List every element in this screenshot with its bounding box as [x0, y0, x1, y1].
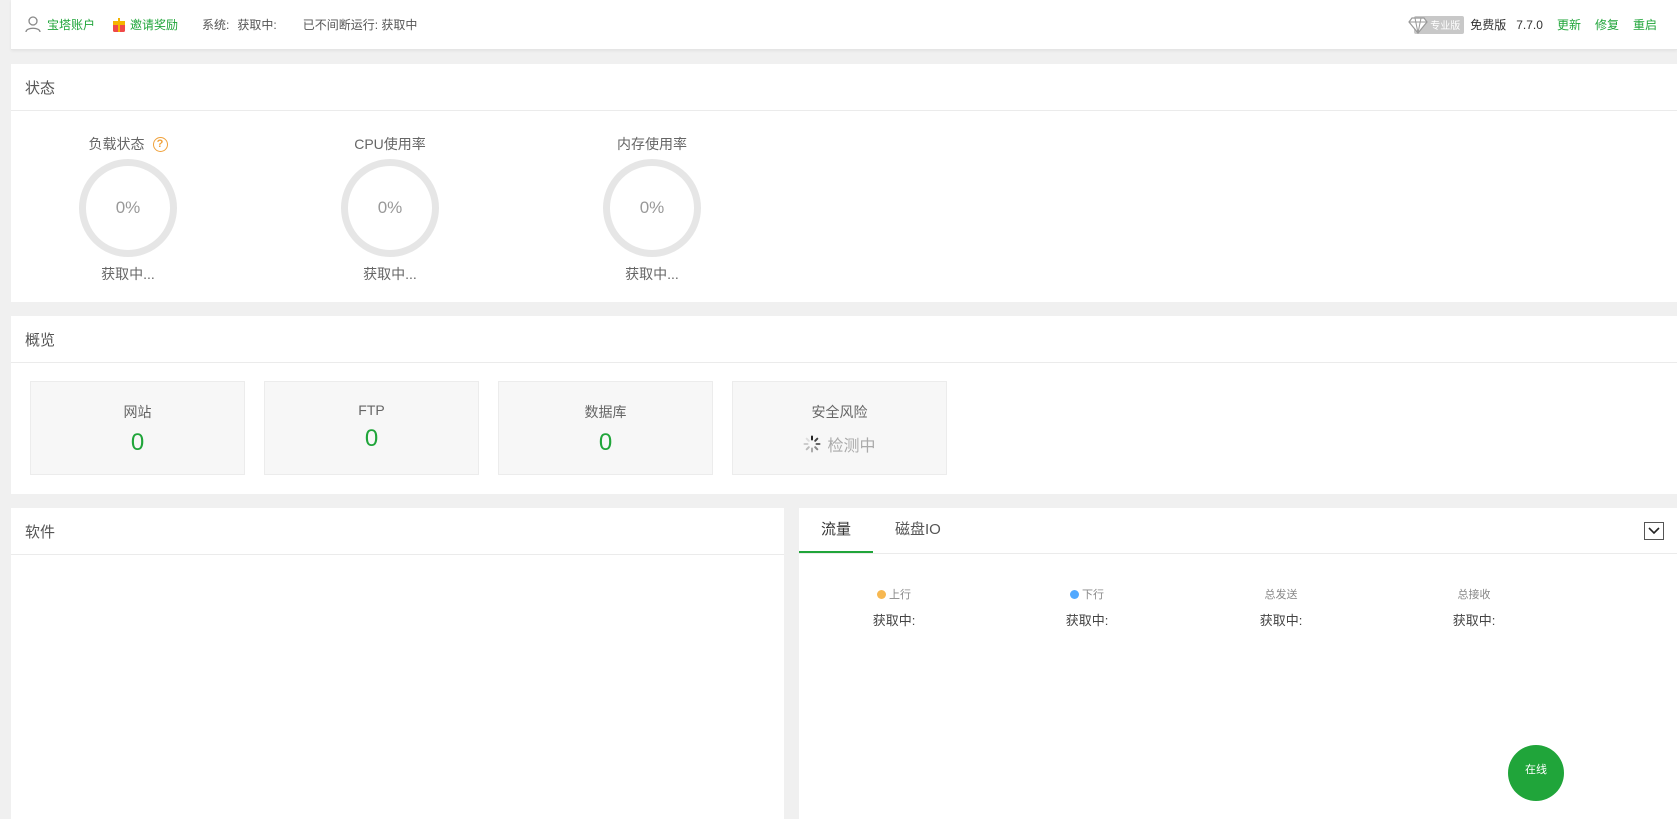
cpu-sub: 获取中... — [363, 266, 417, 282]
edition-label: 免费版 — [1470, 18, 1507, 32]
total-sent-stat: 总发送 获取中: — [1221, 586, 1341, 629]
load-ring: 0% — [79, 159, 177, 257]
ftp-count: 0 — [364, 425, 379, 452]
downstream-label-text: 下行 — [1082, 589, 1104, 601]
software-panel: 软件 — [11, 508, 784, 819]
load-gauge[interactable]: 负载状态 ? 0% 获取中... — [48, 134, 208, 284]
online-service-button[interactable]: 在线 — [1508, 745, 1564, 801]
security-risk-value: 检测中 — [827, 438, 876, 455]
upstream-label: 上行 — [834, 586, 954, 602]
load-value: 0% — [115, 198, 141, 217]
invite-link[interactable]: 邀请奖励 — [113, 16, 178, 33]
pro-badge-label: 专业版 — [1430, 21, 1461, 32]
downstream-stat: 下行 获取中: — [1027, 586, 1147, 629]
website-count: 0 — [130, 429, 145, 456]
status-title: 状态 — [11, 64, 1677, 111]
upstream-value: 获取中: — [872, 613, 916, 628]
memory-sub: 获取中... — [625, 266, 679, 282]
total-sent-value: 获取中: — [1259, 613, 1303, 628]
software-title: 软件 — [11, 508, 784, 555]
memory-gauge[interactable]: 内存使用率 0% 获取中... — [572, 134, 732, 284]
account-link[interactable]: 宝塔账户 — [25, 16, 95, 33]
overview-title: 概览 — [11, 316, 1677, 363]
downstream-value: 获取中: — [1065, 613, 1109, 628]
ftp-label: FTP — [358, 402, 385, 418]
uptime-text: 已不间断运行: 获取中 — [302, 18, 418, 32]
pro-edition-badge[interactable]: 专业版 — [1408, 15, 1465, 34]
cpu-value: 0% — [377, 198, 403, 217]
loading-spinner-icon — [803, 435, 821, 453]
ftp-card[interactable]: FTP 0 — [264, 381, 479, 475]
total-sent-label: 总发送 — [1264, 589, 1298, 601]
topbar-tools: 专业版 免费版 7.7.0 更新 修复 重启 — [1408, 15, 1657, 34]
memory-ring: 0% — [603, 159, 701, 257]
upstream-dot — [877, 589, 886, 599]
user-icon — [25, 16, 41, 33]
total-received-label: 总接收 — [1457, 589, 1491, 601]
version-label: 7.7.0 — [1516, 17, 1543, 32]
update-link[interactable]: 更新 — [1557, 16, 1581, 33]
invite-label: 邀请奖励 — [130, 18, 179, 32]
system-label: 系统: — [202, 18, 230, 32]
system-value: 获取中: — [237, 18, 277, 32]
restart-link[interactable]: 重启 — [1633, 16, 1657, 33]
website-card[interactable]: 网站 0 — [30, 381, 245, 475]
security-risk-label: 安全风险 — [811, 404, 868, 420]
total-received-value: 获取中: — [1452, 613, 1496, 628]
database-card[interactable]: 数据库 0 — [498, 381, 713, 475]
memory-value: 0% — [639, 198, 665, 217]
chevron-down-icon — [1648, 527, 1660, 535]
total-received-stat: 总接收 获取中: — [1414, 586, 1534, 629]
cpu-gauge[interactable]: CPU使用率 0% 获取中... — [310, 134, 470, 284]
load-sub: 获取中... — [101, 266, 155, 282]
help-icon[interactable]: ? — [152, 136, 168, 152]
load-gauge-label: 负载状态 — [88, 136, 145, 152]
repair-link[interactable]: 修复 — [1595, 16, 1619, 33]
downstream-label: 下行 — [1027, 586, 1147, 602]
tab-disk-io[interactable]: 磁盘IO — [873, 507, 963, 553]
upstream-stat: 上行 获取中: — [834, 586, 954, 629]
cpu-ring: 0% — [341, 159, 439, 257]
tab-traffic[interactable]: 流量 — [799, 507, 874, 553]
website-label: 网站 — [123, 404, 152, 420]
database-label: 数据库 — [584, 404, 627, 420]
memory-gauge-title: 内存使用率 — [617, 136, 687, 152]
overview-panel: 概览 网站 0 FTP 0 数据库 0 安全风险 检测中 — [11, 316, 1677, 494]
traffic-tabs: 流量 磁盘IO — [799, 508, 1677, 554]
upstream-label-text: 上行 — [889, 589, 911, 601]
cpu-gauge-title: CPU使用率 — [354, 136, 426, 152]
account-label: 宝塔账户 — [47, 18, 96, 32]
load-gauge-title: 负载状态 ? — [48, 134, 208, 154]
downstream-dot — [1070, 589, 1079, 599]
status-panel: 状态 负载状态 ? 0% 获取中... CPU使用率 0% 获取中... 内存使… — [11, 64, 1677, 302]
security-risk-card[interactable]: 安全风险 检测中 — [732, 381, 947, 475]
database-count: 0 — [598, 429, 613, 456]
interface-select[interactable] — [1644, 522, 1664, 540]
security-risk-status: 检测中 — [733, 432, 946, 456]
gift-icon — [113, 17, 126, 32]
top-bar: 宝塔账户 邀请奖励 系统: 获取中: 已不间断运行: 获取中 专业版 免费版 7… — [11, 0, 1677, 50]
diamond-icon — [1408, 16, 1428, 34]
